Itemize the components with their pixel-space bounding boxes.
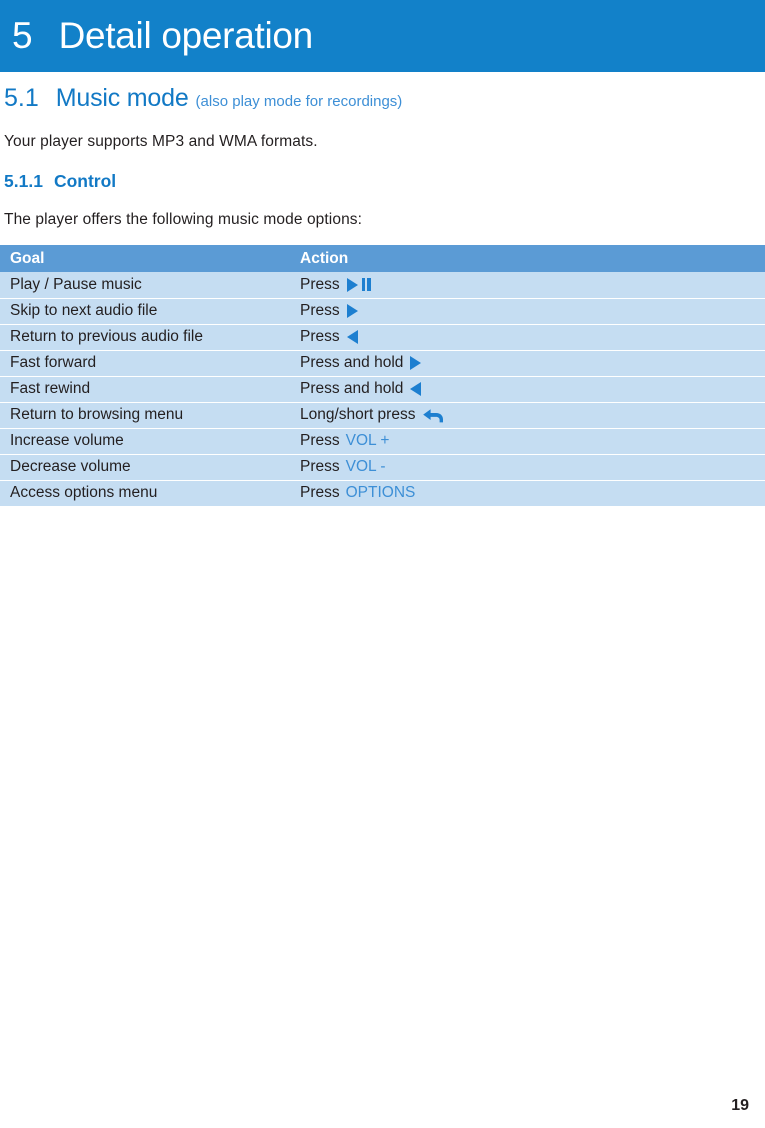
cell-action: Press OPTIONS <box>300 480 765 506</box>
table-row: Access options menu Press OPTIONS <box>0 480 765 506</box>
pause-icon <box>360 278 371 292</box>
cell-goal: Fast rewind <box>10 380 91 397</box>
supported-formats-text: Your player supports MP3 and WMA formats… <box>4 133 318 150</box>
control-options-table: Goal Action Play / Pause music Press Skip … <box>0 245 765 506</box>
action-verb: Press and hold <box>300 380 404 397</box>
section-heading: 5.1 Music mode (also play mode for recor… <box>4 84 402 113</box>
table-head: Goal Action <box>0 245 765 272</box>
cell-goal: Skip to next audio file <box>10 302 158 319</box>
previous-arrow-icon <box>346 330 358 344</box>
cell-goal: Increase volume <box>10 432 124 449</box>
cell-goal: Return to browsing menu <box>10 406 184 423</box>
table-row: Decrease volume Press VOL - <box>0 454 765 480</box>
previous-arrow-icon <box>410 382 422 396</box>
section-subtitle: (also play mode for recordings) <box>195 93 403 110</box>
action-content: Long/short press <box>300 406 765 424</box>
triangle-right-icon <box>346 304 358 318</box>
next-arrow-icon <box>410 356 422 370</box>
chapter-banner: 5 Detail operation <box>0 0 765 72</box>
play-pause-icon <box>346 277 371 292</box>
triangle-left-icon <box>410 382 422 396</box>
action-content: Press and hold <box>300 380 765 398</box>
action-content: Press VOL + <box>300 432 765 450</box>
action-verb: Press and hold <box>300 354 404 371</box>
column-header-action: Action <box>300 249 349 267</box>
cell-action: Press and hold <box>300 350 765 376</box>
cell-goal: Decrease volume <box>10 458 131 475</box>
cell-goal: Access options menu <box>10 484 158 502</box>
subsection-title: Control <box>53 171 117 191</box>
cell-action: Press VOL - <box>300 454 765 480</box>
action-content: Press <box>300 276 765 294</box>
column-header-goal: Goal <box>10 249 45 267</box>
back-arrow-icon <box>422 407 444 424</box>
cell-goal: Play / Pause music <box>10 275 142 293</box>
play-icon <box>346 277 358 292</box>
action-verb: Press <box>300 275 340 293</box>
cell-goal: Fast forward <box>10 354 97 371</box>
chapter-banner-content: 5 Detail operation <box>12 15 313 57</box>
action-content: Press <box>300 328 765 346</box>
table-row: Increase volume Press VOL + <box>0 428 765 454</box>
key-label: VOL - <box>345 458 386 475</box>
action-content: Press and hold <box>300 354 765 372</box>
table-row: Skip to next audio file Press <box>0 298 765 324</box>
control-intro-text: The player offers the following music mo… <box>4 211 363 228</box>
table-row: Return to previous audio file Press <box>0 324 765 350</box>
action-verb: Press <box>300 432 340 449</box>
chapter-title: Detail operation <box>58 15 314 56</box>
chapter-number: 5 <box>12 15 33 56</box>
action-verb: Press <box>300 484 340 502</box>
section-number: 5.1 <box>4 84 39 112</box>
cell-action: Press VOL + <box>300 428 765 454</box>
action-verb: Press <box>300 302 340 319</box>
table-row: Fast forward Press and hold <box>0 350 765 376</box>
page-number: 19 <box>731 1097 749 1114</box>
next-arrow-icon <box>346 304 358 318</box>
table-body: Play / Pause music Press Skip to next audi… <box>0 272 765 506</box>
action-content: Press VOL - <box>300 458 765 476</box>
triangle-left-icon <box>346 330 358 344</box>
table-row: Return to browsing menu Long/short press <box>0 402 765 428</box>
action-verb: Press <box>300 328 340 345</box>
section-title: Music mode <box>55 84 189 112</box>
cell-action: Press <box>300 298 765 324</box>
cell-action: Press <box>300 272 765 298</box>
cell-action: Long/short press <box>300 402 765 428</box>
subsection-number: 5.1.1 <box>4 171 43 191</box>
table-row: Play / Pause music Press <box>0 272 765 298</box>
table-header-row: Goal Action <box>0 245 765 272</box>
table-row: Fast rewind Press and hold <box>0 376 765 402</box>
cell-action: Press and hold <box>300 376 765 402</box>
key-label: OPTIONS <box>345 484 416 502</box>
action-content: Press <box>300 302 765 320</box>
triangle-right-icon <box>410 356 422 370</box>
action-verb: Long/short press <box>300 406 416 423</box>
action-content: Press OPTIONS <box>300 484 765 502</box>
subsection-heading: 5.1.1 Control <box>4 171 116 192</box>
action-verb: Press <box>300 458 340 475</box>
cell-goal: Return to previous audio file <box>10 328 204 345</box>
key-label: VOL + <box>345 432 390 449</box>
cell-action: Press <box>300 324 765 350</box>
